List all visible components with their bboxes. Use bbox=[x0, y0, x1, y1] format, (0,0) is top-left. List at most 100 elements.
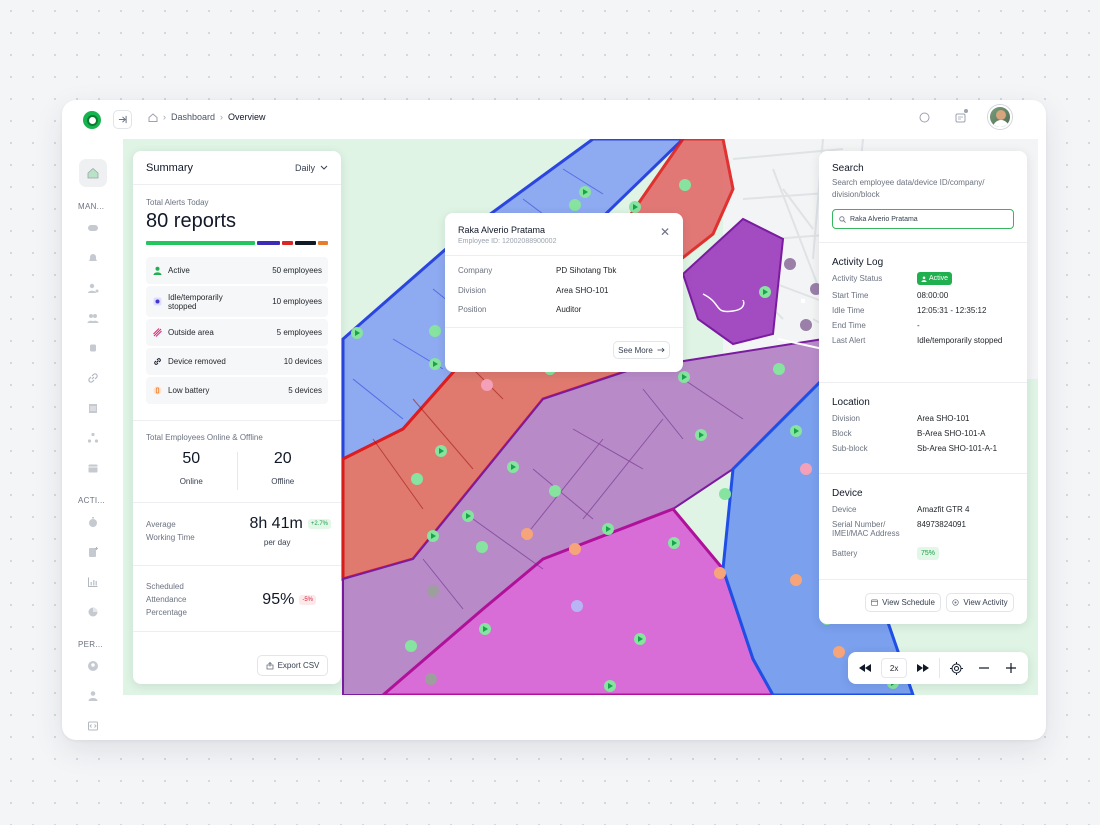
user-avatar[interactable] bbox=[988, 105, 1012, 129]
alerts-label: Total Alerts Today bbox=[146, 198, 209, 207]
person-icon[interactable] bbox=[79, 682, 107, 710]
alert-row-value: 50 employees bbox=[272, 266, 322, 275]
notification-icon[interactable] bbox=[952, 109, 968, 125]
plus-icon bbox=[1005, 663, 1016, 673]
building-icon[interactable] bbox=[79, 394, 107, 422]
period-value: Daily bbox=[294, 162, 315, 173]
detail-row: Activity Status Active bbox=[832, 272, 1014, 285]
view-schedule-button[interactable]: View Schedule bbox=[865, 593, 941, 612]
users-icon[interactable] bbox=[79, 304, 107, 332]
alert-bar-segment bbox=[146, 241, 256, 245]
app-window: › Dashboard › Overview MAN... ACTI... PE… bbox=[62, 100, 1046, 740]
alert-row-label: Active bbox=[168, 266, 190, 275]
add-document-icon[interactable] bbox=[79, 538, 107, 566]
home-icon[interactable] bbox=[79, 159, 107, 187]
info-value: PD Sihotang Tbk bbox=[556, 266, 617, 275]
device-title: Device bbox=[832, 488, 863, 499]
detail-row: Last Alert Idle/temporarily stopped bbox=[832, 336, 1014, 345]
alert-row[interactable]: Device removed 10 devices bbox=[146, 348, 328, 375]
locate-button[interactable] bbox=[946, 657, 968, 679]
home-icon[interactable] bbox=[148, 112, 158, 122]
detail-key: Division bbox=[832, 414, 861, 423]
device-list: Device Amazfit GTR 4 Serial Number/ IMEI/M… bbox=[832, 505, 1014, 560]
zoom-in-button[interactable] bbox=[1000, 657, 1022, 679]
alert-row[interactable]: Outside area 5 employees bbox=[146, 319, 328, 346]
detail-key: Serial Number/ IMEI/MAC Address bbox=[832, 520, 900, 538]
person-icon bbox=[921, 276, 927, 282]
watch-icon[interactable] bbox=[79, 334, 107, 362]
breadcrumb-overview[interactable]: Overview bbox=[228, 112, 266, 122]
detail-value: Sb-Area SHO-101-A-1 bbox=[917, 444, 998, 453]
collapse-icon bbox=[118, 115, 127, 124]
location-list: Division Area SHO-101 Block B-Area SHO-101-… bbox=[832, 414, 1014, 453]
see-more-button[interactable]: See More bbox=[613, 341, 670, 359]
rewind-button[interactable] bbox=[854, 657, 876, 679]
info-value: Area SHO-101 bbox=[556, 285, 609, 295]
report-icon[interactable] bbox=[79, 598, 107, 626]
detail-key: Device bbox=[832, 505, 857, 514]
alert-row[interactable]: Low battery 5 devices bbox=[146, 377, 328, 404]
view-activity-button[interactable]: View Activity bbox=[946, 593, 1014, 612]
playback-speed[interactable]: 2x bbox=[881, 658, 908, 678]
activity-log-list: Activity Status Active Start Time 08:00:00 I… bbox=[832, 272, 1014, 345]
view-activity-label: View Activity bbox=[963, 598, 1008, 607]
detail-panel: Search Search employee data/device ID/co… bbox=[819, 151, 1027, 624]
detail-row: Sub-block Sb-Area SHO-101-A-1 bbox=[832, 444, 1014, 453]
summary-title: Summary bbox=[146, 161, 194, 174]
search-title: Search bbox=[832, 163, 864, 174]
alert-row[interactable]: Idle/temporarily stopped 10 employees bbox=[146, 286, 328, 317]
export-csv-button[interactable]: Export CSV bbox=[257, 655, 328, 676]
alert-row[interactable]: Active 50 employees bbox=[146, 257, 328, 284]
breadcrumb: › Dashboard › Overview bbox=[148, 112, 266, 122]
detail-actions: View Schedule View Activity bbox=[865, 593, 1014, 612]
low-battery-icon bbox=[152, 386, 162, 396]
info-row: Division Area SHO-101 bbox=[458, 286, 668, 306]
zoom-out-button[interactable] bbox=[973, 657, 995, 679]
app-logo[interactable] bbox=[83, 111, 101, 129]
user-location-icon[interactable] bbox=[79, 274, 107, 302]
detail-key: Start Time bbox=[832, 291, 869, 300]
route-endpoint bbox=[801, 299, 805, 303]
sidebar-heading-manage: MAN... bbox=[78, 202, 105, 211]
info-row: Company PD Sihotang Tbk bbox=[458, 266, 668, 286]
detail-row: Device Amazfit GTR 4 bbox=[832, 505, 1014, 514]
detail-key: End Time bbox=[832, 321, 866, 330]
calendar-icon[interactable] bbox=[79, 454, 107, 482]
attendance-change-badge: -5% bbox=[299, 594, 316, 605]
chart-icon[interactable] bbox=[79, 568, 107, 596]
alert-row-label: Device removed bbox=[168, 357, 226, 366]
detail-row: Division Area SHO-101 bbox=[832, 414, 1014, 423]
link-icon[interactable] bbox=[79, 364, 107, 392]
search-hint: Search employee data/device ID/company/ … bbox=[832, 178, 985, 199]
close-icon[interactable]: ✕ bbox=[660, 225, 670, 239]
alert-row-value: 5 employees bbox=[276, 328, 322, 337]
breadcrumb-dashboard[interactable]: Dashboard bbox=[171, 112, 215, 122]
minus-icon bbox=[978, 667, 989, 669]
notification-dot bbox=[964, 109, 968, 113]
avg-unit: per day bbox=[263, 538, 291, 547]
collapse-sidebar-button[interactable] bbox=[113, 110, 132, 129]
offline-label: Offline bbox=[271, 477, 295, 486]
status-badge: Active bbox=[917, 272, 953, 285]
detail-row: End Time - bbox=[832, 321, 1014, 330]
monitor-icon[interactable] bbox=[79, 214, 107, 242]
sidebar: MAN... ACTI... PER... bbox=[62, 138, 122, 740]
hierarchy-icon[interactable] bbox=[79, 424, 107, 452]
timer-icon[interactable] bbox=[79, 508, 107, 536]
search-input[interactable]: Raka Alverio Pratama bbox=[832, 209, 1014, 229]
divider bbox=[939, 658, 941, 678]
profile-icon[interactable] bbox=[79, 652, 107, 680]
detail-row: Idle Time 12:05:31 - 12:35:12 bbox=[832, 306, 1014, 315]
status-circle-icon[interactable] bbox=[916, 109, 932, 125]
alert-row-value: 10 employees bbox=[272, 297, 322, 306]
code-icon[interactable] bbox=[79, 712, 107, 740]
bell-icon[interactable] bbox=[79, 244, 107, 272]
fast-forward-button[interactable] bbox=[912, 657, 934, 679]
period-dropdown[interactable]: Daily bbox=[295, 163, 328, 173]
avg-label-2: Working Time bbox=[146, 533, 195, 542]
alert-row-label: Outside area bbox=[168, 328, 214, 337]
summary-panel: Summary Daily Total Alerts Today 80 repo… bbox=[133, 151, 341, 684]
info-value: Auditor bbox=[556, 305, 582, 314]
detail-value: Amazfit GTR 4 bbox=[917, 505, 970, 514]
info-key: Division bbox=[458, 285, 487, 295]
